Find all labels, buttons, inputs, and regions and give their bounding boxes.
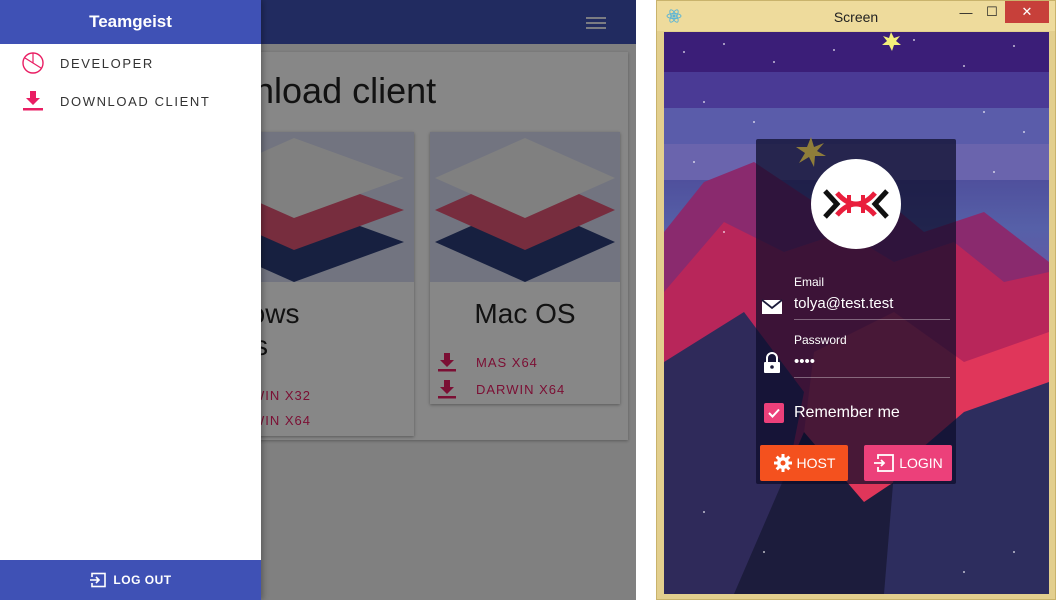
password-label: Password [794, 333, 847, 347]
login-icon [873, 454, 895, 472]
email-field[interactable] [794, 295, 950, 312]
drawer-item-developer[interactable]: DEVELOPER [0, 45, 261, 81]
password-field[interactable] [794, 353, 950, 370]
login-button-label: LOGIN [899, 455, 943, 471]
gear-icon [773, 454, 792, 472]
download-icon [23, 91, 43, 111]
logout-icon [89, 572, 107, 588]
login-button[interactable]: LOGIN [864, 445, 952, 481]
host-button-label: HOST [796, 455, 836, 471]
maximize-button[interactable]: ☐ [979, 1, 1005, 23]
screen-window: Screen — ☐ ✕ Email tolya@test.test Passw… [656, 0, 1056, 600]
drawer-title: Teamgeist [0, 0, 261, 44]
close-button[interactable]: ✕ [1005, 1, 1049, 23]
window-titlebar[interactable]: Screen — ☐ ✕ [657, 1, 1055, 31]
email-underline [794, 319, 950, 320]
logout-label: LOG OUT [113, 573, 172, 587]
pie-chart-icon [22, 52, 44, 74]
email-label: Email [794, 275, 825, 289]
teamgeist-app: nload client ndows s WIN X32 WIN X64 [0, 0, 636, 600]
drawer-item-label: DEVELOPER [60, 55, 154, 71]
login-panel: Email Password Remember me [756, 137, 956, 484]
drawer-item-download-client[interactable]: DOWNLOAD CLIENT [0, 83, 261, 119]
email-icon [761, 299, 783, 314]
logout-button[interactable]: LOG OUT [0, 560, 261, 600]
dna-logo-icon [823, 189, 889, 219]
login-screen: Email Password Remember me [664, 32, 1049, 594]
lock-icon [764, 352, 780, 373]
minimize-button[interactable]: — [953, 1, 979, 23]
checkbox-checked-icon [764, 403, 784, 423]
remember-me-checkbox[interactable]: Remember me [764, 403, 900, 423]
host-button[interactable]: HOST [760, 445, 848, 481]
password-underline [794, 377, 950, 378]
drawer-item-label: DOWNLOAD CLIENT [60, 93, 211, 109]
remember-me-label: Remember me [794, 404, 900, 421]
screen: nload client ndows s WIN X32 WIN X64 [0, 0, 1056, 600]
nav-drawer: Teamgeist DEVELOPER DOWNLOAD CLIENT LOG … [0, 0, 261, 600]
app-logo [811, 159, 901, 249]
